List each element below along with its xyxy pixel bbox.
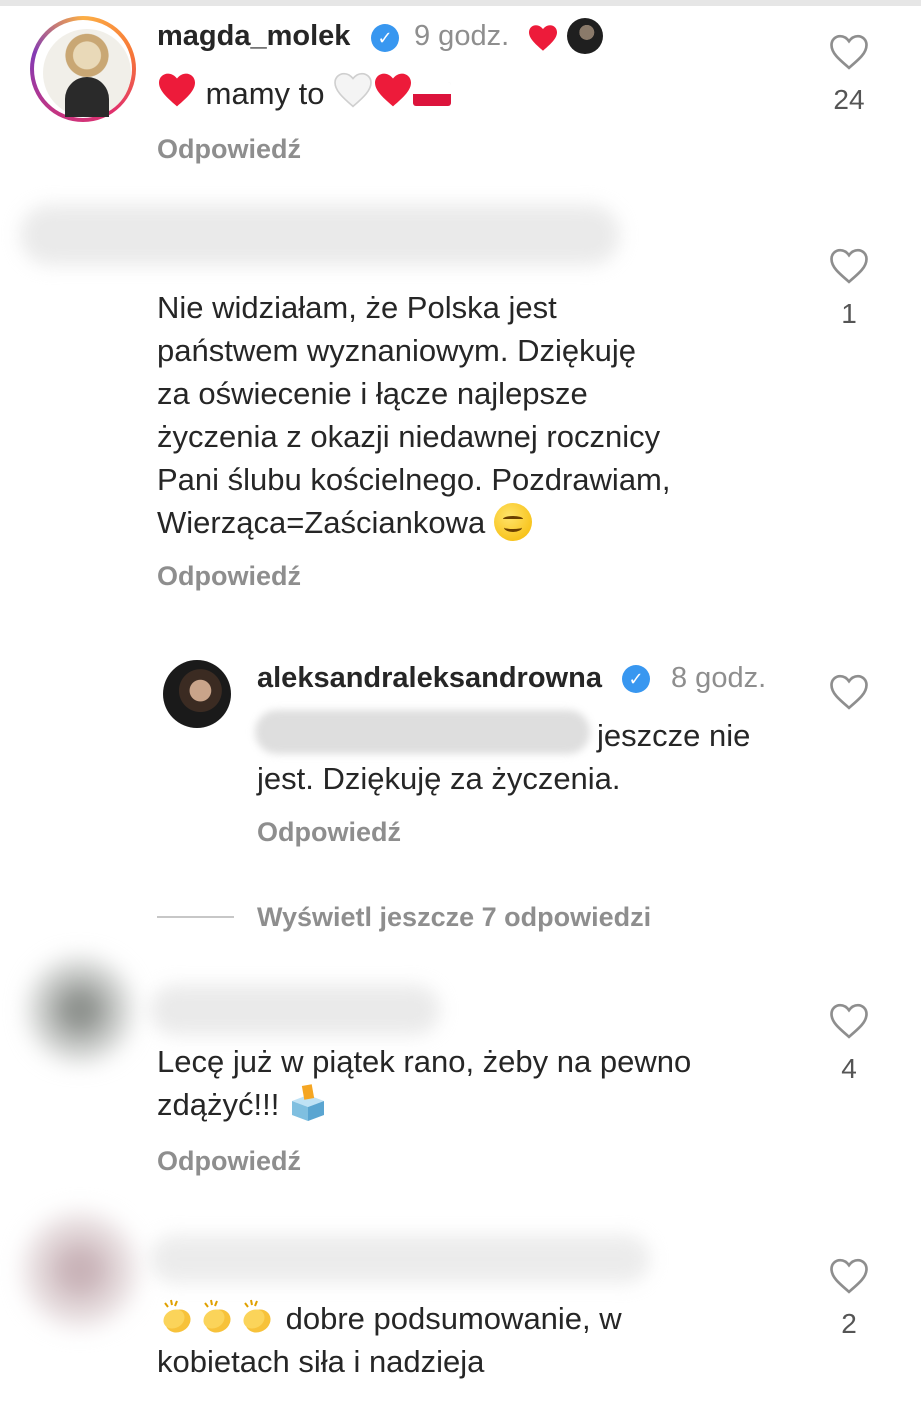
reply-avatar[interactable] (163, 660, 231, 728)
reply-button[interactable]: Odpowiedź (157, 1146, 301, 1177)
avatar (43, 29, 131, 117)
blurred-mention (255, 710, 590, 754)
heart-outline-icon[interactable] (829, 32, 869, 72)
comment-text: Nie widziałam, że Polska jest państwem w… (157, 290, 671, 541)
reply-button[interactable]: Odpowiedź (157, 134, 301, 165)
clapping-hands-emoji-icon (163, 1299, 191, 1333)
like-count: 1 (841, 298, 857, 329)
replies-divider (157, 916, 234, 918)
comment-username[interactable]: magda_molek (157, 20, 350, 53)
like-count: 4 (841, 1053, 857, 1084)
white-heart-emoji-icon (334, 72, 372, 108)
reply-text-part1: jeszcze nie (597, 718, 751, 753)
comment-text: Lecę już w piątek rano, żeby na pewno zd… (157, 1044, 692, 1122)
author-avatar (567, 18, 603, 54)
heart-outline-icon[interactable] (829, 1256, 869, 1296)
comment-text: mamy to (157, 72, 452, 115)
reply-time: 8 godz. (671, 662, 767, 694)
heart-outline-icon[interactable] (829, 246, 869, 286)
red-heart-emoji-icon (159, 73, 195, 107)
liked-by-author-heart-icon (529, 25, 557, 51)
verified-badge-icon: ✓ (622, 665, 650, 693)
clapping-hands-emoji-icon (203, 1299, 231, 1333)
heart-outline-icon[interactable] (829, 1001, 869, 1041)
comment-text: dobre podsumowanie, w kobietach siła i n… (157, 1297, 807, 1383)
red-heart-emoji-icon (375, 73, 412, 107)
poland-flag-emoji-icon (413, 82, 452, 106)
reply-text-part2: jest. Dziękuję za życzenia. (257, 761, 621, 796)
view-more-replies-button[interactable]: Wyświetl jeszcze 7 odpowiedzi (257, 902, 651, 933)
ballot-box-emoji-icon (291, 1084, 324, 1121)
reply-username[interactable]: aleksandraleksandrowna (257, 662, 602, 695)
clapping-hands-emoji-icon (243, 1299, 271, 1333)
like-count: 24 (833, 84, 865, 115)
reply-button[interactable]: Odpowiedź (257, 817, 401, 848)
blurred-username (20, 205, 620, 265)
comment-text-content: mamy to (205, 76, 325, 111)
top-divider (0, 0, 921, 6)
smiling-face-emoji-icon (493, 503, 532, 541)
heart-outline-icon[interactable] (829, 672, 869, 712)
comment-time: 9 godz. (414, 20, 510, 52)
avatar-story-ring[interactable] (30, 16, 136, 122)
verified-badge-icon: ✓ (371, 24, 399, 52)
like-count: 2 (841, 1308, 857, 1339)
blurred-avatar[interactable] (25, 1215, 135, 1325)
blurred-username (150, 985, 440, 1035)
reply-button[interactable]: Odpowiedź (157, 561, 301, 592)
blurred-avatar[interactable] (30, 960, 130, 1060)
blurred-username (150, 1235, 650, 1283)
